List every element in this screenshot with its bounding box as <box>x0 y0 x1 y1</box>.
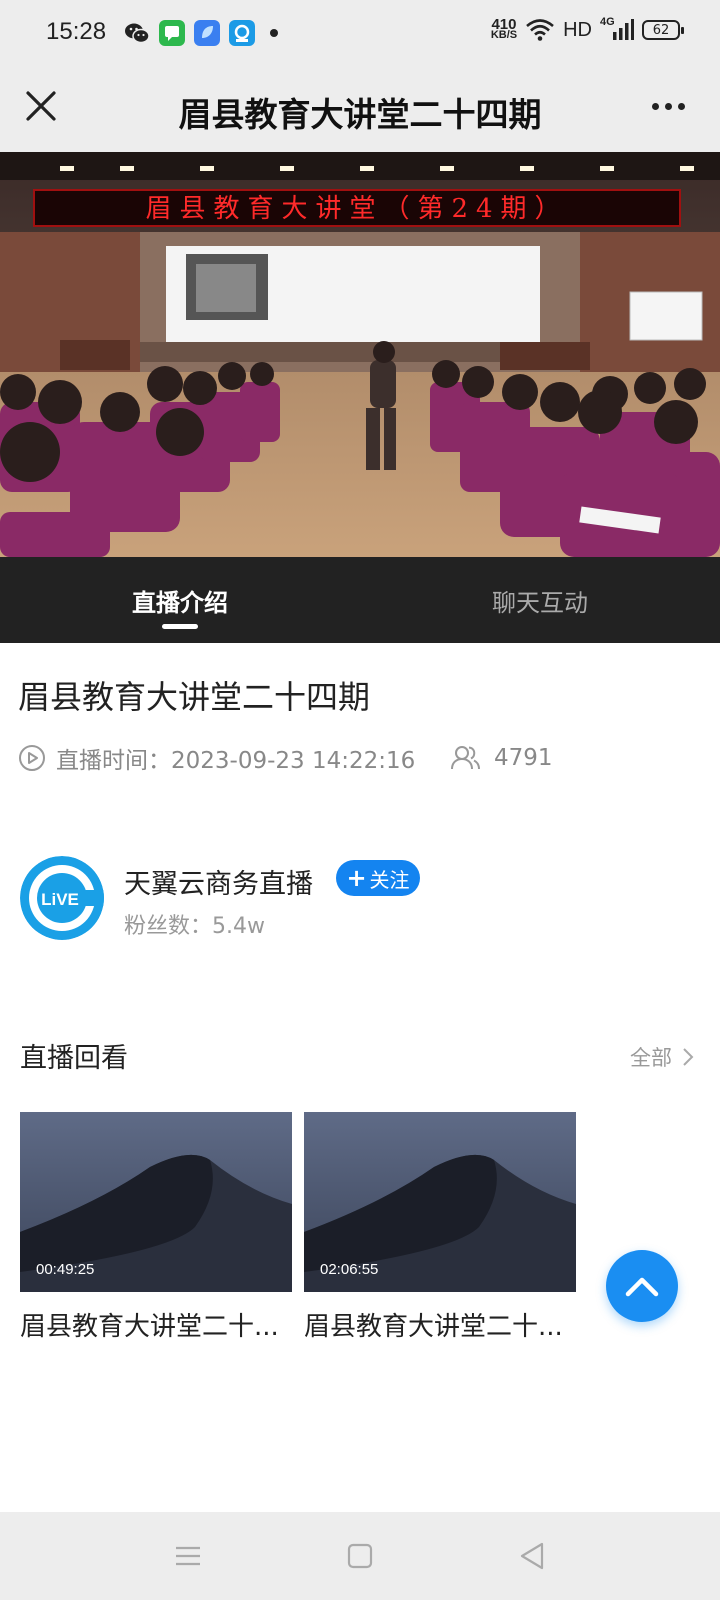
close-icon <box>26 91 56 121</box>
replay-duration: 00:49:25 <box>36 1261 95 1278</box>
home-icon[interactable] <box>344 1540 376 1572</box>
replay-section-title: 直播回看 <box>20 1043 128 1074</box>
more-dot-icon <box>664 102 672 110</box>
host-fans: 粉丝数：5.4w <box>124 914 265 939</box>
replay-thumbnail: 02:06:55 <box>304 1112 576 1292</box>
tab-chat[interactable]: 聊天互动 <box>360 557 720 643</box>
plus-icon: + <box>346 864 367 892</box>
status-bar: 15:28 410 KB/S HD 4G 62 <box>0 0 720 70</box>
video-player[interactable]: 眉县教育大讲堂（第24期） <box>0 152 720 557</box>
host-card: LiVE 天翼云商务直播 + 关注 粉丝数：5.4w <box>20 856 700 942</box>
tab-live-intro[interactable]: 直播介绍 <box>0 557 360 643</box>
page-title: 眉县教育大讲堂二十四期 <box>178 95 542 134</box>
follow-button[interactable]: + 关注 <box>336 860 420 896</box>
notification-icons <box>124 20 278 46</box>
replay-title: 眉县教育大讲堂二十... <box>20 1312 279 1342</box>
system-status-icons: 410 KB/S HD 4G 62 <box>490 16 684 42</box>
chevron-up-icon <box>625 1277 659 1297</box>
led-banner: 眉县教育大讲堂（第24期） <box>145 194 568 224</box>
back-icon[interactable] <box>516 1540 548 1572</box>
scroll-to-top-button[interactable] <box>606 1250 678 1322</box>
messages-app-icon <box>159 20 185 46</box>
replay-title: 眉县教育大讲堂二十... <box>304 1312 563 1342</box>
close-button[interactable] <box>20 85 64 129</box>
browser-app-icon <box>229 20 255 46</box>
hd-label: HD <box>563 18 592 41</box>
status-time: 15:28 <box>46 18 107 45</box>
tab-bar: 直播介绍 聊天互动 <box>0 557 720 643</box>
battery-level: 62 <box>652 22 670 38</box>
host-avatar[interactable]: LiVE <box>20 856 104 940</box>
viewer-count-group: 4791 <box>450 744 553 772</box>
live-time-group: 直播时间：2023-09-23 14:22:16 <box>18 741 415 775</box>
net-speed-unit: KB/S <box>490 29 518 41</box>
follow-label: 关注 <box>369 867 410 892</box>
play-circle-icon <box>19 745 45 771</box>
system-nav-bar <box>0 1512 720 1600</box>
live-time: 直播时间：2023-09-23 14:22:16 <box>56 748 416 774</box>
notes-app-icon <box>194 20 220 46</box>
live-meta: 直播时间：2023-09-23 14:22:16 4791 <box>18 740 708 776</box>
wechat-icon <box>125 23 150 44</box>
battery-icon: 62 <box>642 20 684 40</box>
more-button[interactable] <box>646 94 690 118</box>
view-all-link[interactable]: 全部 <box>630 1042 694 1072</box>
chevron-right-icon <box>683 1048 694 1066</box>
net-speed: 410 KB/S <box>490 17 518 41</box>
host-name: 天翼云商务直播 <box>124 869 313 900</box>
wifi-icon <box>526 19 554 41</box>
live-title: 眉县教育大讲堂二十四期 <box>18 678 371 716</box>
signal-icon: 4G <box>600 16 634 42</box>
replay-card[interactable]: 02:06:55 眉县教育大讲堂二十... <box>304 1112 576 1343</box>
replay-thumbnail: 00:49:25 <box>20 1112 292 1292</box>
more-dot-icon <box>651 102 659 110</box>
replay-card[interactable]: 00:49:25 眉县教育大讲堂二十... <box>20 1112 292 1343</box>
replay-duration: 02:06:55 <box>320 1261 379 1278</box>
avatar-live-logo: LiVE <box>41 890 79 909</box>
more-dot-icon <box>677 102 685 110</box>
nav-bar: 眉县教育大讲堂二十四期 <box>0 70 720 152</box>
more-notifications-dot <box>270 29 278 37</box>
view-all-label: 全部 <box>630 1046 672 1070</box>
viewer-count: 4791 <box>494 745 553 771</box>
video-frame: 眉县教育大讲堂（第24期） <box>0 152 720 557</box>
menu-icon[interactable] <box>172 1540 204 1572</box>
viewers-icon <box>451 746 480 770</box>
